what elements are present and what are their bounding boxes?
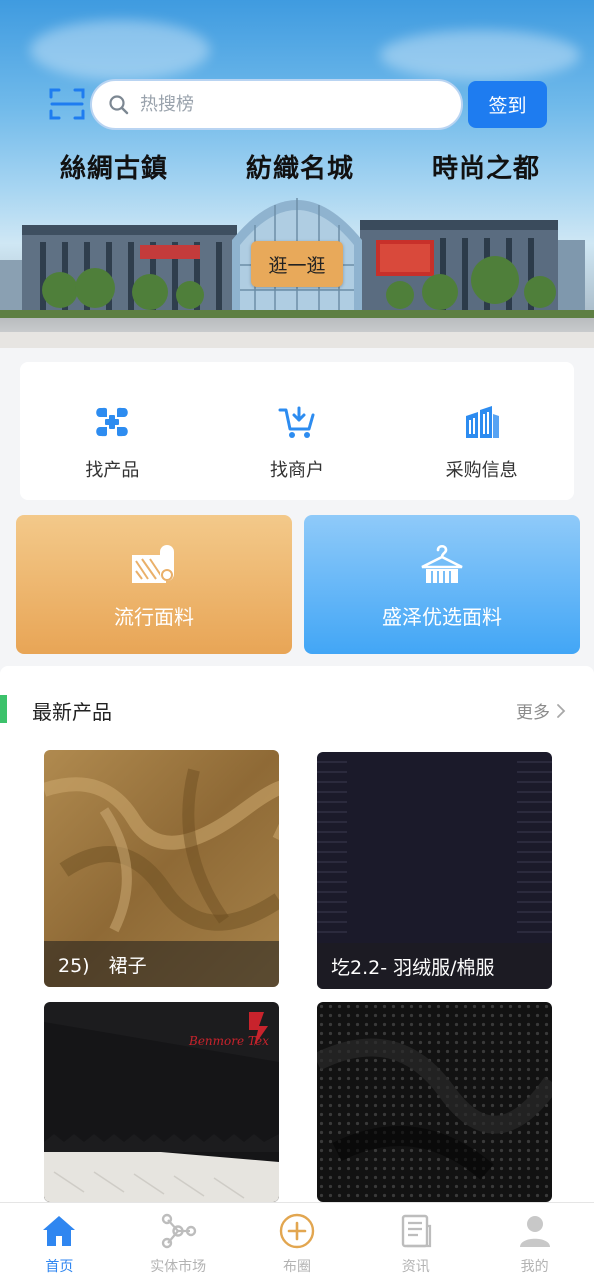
quick-nav-label: 采购信息 [445,460,518,481]
section-title: 最新产品 [32,700,112,724]
product-card[interactable]: 25) 裙子 [44,750,279,987]
home-icon [43,1216,76,1246]
brand-logo-text: Benmore Tex [189,1034,269,1048]
shengze-selected-fabric-card[interactable]: 盛泽优选面料 [304,515,580,654]
slogan-part: 紡織名城 [245,153,354,184]
quick-nav-label: 找产品 [85,460,140,481]
signin-button[interactable]: 签到 [468,81,547,128]
tab-home[interactable]: 首页 [0,1203,119,1280]
popular-fabric-card[interactable]: 流行面料 [16,515,292,654]
quick-nav-purchase-info[interactable]: 采购信息 [389,362,574,500]
search-input[interactable] [140,94,420,115]
slogan-part: 絲綢古鎮 [60,153,169,184]
bottom-tab-bar: 首页 实体市场 布圈 资讯 我的 [0,1202,594,1280]
tab-label: 实体市场 [150,1259,207,1275]
feature-label: 流行面料 [114,605,194,629]
news-icon [401,1214,431,1248]
cloud [30,20,210,80]
latest-products-section: 最新产品 更多 25) 裙子 圪2.2- 羽绒服/棉服 Benmore Tex [0,666,594,1226]
product-caption: 25) 裙子 [44,941,279,987]
search-box[interactable] [90,79,463,130]
product-image [44,1002,279,1202]
product-image [317,1002,552,1202]
tab-fabric-circle[interactable]: 布圈 [238,1203,357,1280]
hanger-icon [421,544,463,583]
search-icon [109,94,129,114]
quick-nav-find-merchant[interactable]: 找商户 [205,362,390,500]
tab-label: 我的 [520,1259,549,1275]
quick-nav-find-product[interactable]: 找产品 [20,362,205,500]
fabric-roll-icon [132,545,174,583]
hero-banner: 签到 絲綢古鎮 紡織名城 時尚之都 逛一逛 [0,0,594,348]
more-label: 更多 [516,703,550,723]
product-card[interactable]: 圪2.2- 羽绒服/棉服 [317,752,552,989]
tab-label: 资讯 [401,1259,430,1275]
quick-nav: 找产品 找商户 采购信息 [20,362,574,500]
product-card[interactable]: Benmore Tex [44,1002,279,1202]
cart-icon [278,406,315,438]
chevron-right-icon [557,703,566,718]
scan-icon[interactable] [48,86,86,122]
quick-nav-label: 找商户 [270,460,324,481]
section-accent-bar [0,695,7,723]
product-caption: 圪2.2- 羽绒服/棉服 [317,943,552,989]
feature-label: 盛泽优选面料 [382,605,502,629]
stroll-button[interactable]: 逛一逛 [251,241,343,287]
product-icon [96,407,129,437]
product-card[interactable] [317,1002,552,1202]
more-link[interactable]: 更多 [516,698,566,723]
user-icon [519,1216,550,1247]
banner-slogan: 絲綢古鎮 紡織名城 時尚之都 [60,146,540,186]
buildings-icon [465,406,499,438]
slogan-part: 時尚之都 [431,153,540,184]
road [0,332,594,348]
cloud [380,30,580,80]
tab-label: 首页 [45,1259,74,1275]
tab-news[interactable]: 资讯 [356,1203,475,1280]
plus-circle-icon [279,1213,315,1249]
app-root: 签到 絲綢古鎮 紡織名城 時尚之都 逛一逛 找产品 [0,0,594,1280]
tab-mine[interactable]: 我的 [475,1203,594,1280]
tab-label: 布圈 [282,1259,311,1275]
tab-physical-market[interactable]: 实体市场 [119,1203,238,1280]
network-icon [161,1213,197,1249]
